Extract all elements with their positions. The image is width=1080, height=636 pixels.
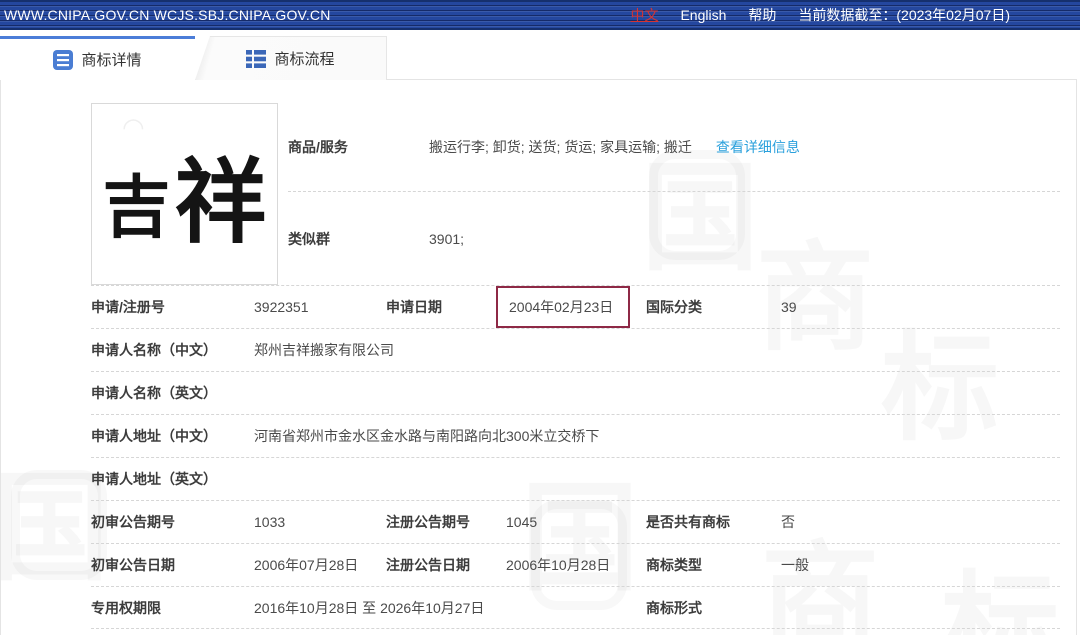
table-row: 初审公告日期 2006年07月28日 注册公告日期 2006年10月28日 商标… xyxy=(91,543,1060,586)
table-row: 申请人名称（中文） 郑州吉祥搬家有限公司 xyxy=(91,328,1060,371)
tab-trademark-details[interactable]: 商标详情 xyxy=(0,36,195,80)
similar-group-value: 3901; xyxy=(429,231,464,247)
table-row: 申请人地址（英文） xyxy=(91,457,1060,500)
applicant-address-cn-label: 申请人地址（中文） xyxy=(91,426,254,446)
data-cutoff-date: 当前数据截至：(2023年02月07日) xyxy=(798,5,1010,25)
preliminary-gazette-date-label: 初审公告日期 xyxy=(91,555,254,575)
registration-gazette-date-value: 2006年10月28日 xyxy=(506,555,646,575)
application-date-value: 2004年02月23日 xyxy=(509,297,613,317)
applicant-address-en-label: 申请人地址（英文） xyxy=(91,469,254,489)
language-chinese-link[interactable]: 中文 xyxy=(630,5,658,25)
application-date-label: 申请日期 xyxy=(386,297,506,317)
preliminary-gazette-no-label: 初审公告期号 xyxy=(91,512,254,532)
list-blocks-icon xyxy=(246,50,266,68)
applicant-name-cn-value: 郑州吉祥搬家有限公司 xyxy=(254,340,1060,360)
international-class-value: 39 xyxy=(781,299,1060,315)
site-urls: WWW.CNIPA.GOV.CN WCJS.SBJ.CNIPA.GOV.CN xyxy=(0,7,331,23)
table-row: 申请人名称（英文） xyxy=(91,371,1060,414)
goods-services-block: 商品/服务 搬运行李; 卸货; 送货; 货运; 家具运输; 搬迁 查看详细信息 … xyxy=(288,103,1060,285)
tab-bar: 商标详情 商标流程 xyxy=(0,30,1080,80)
international-class-label: 国际分类 xyxy=(646,297,781,317)
registration-gazette-date-label: 注册公告日期 xyxy=(386,555,506,575)
goods-services-label: 商品/服务 xyxy=(288,137,429,157)
preliminary-gazette-date-value: 2006年07月28日 xyxy=(254,555,386,575)
view-details-link[interactable]: 查看详细信息 xyxy=(716,137,800,157)
table-row: 专用权期限 2016年10月28日 至 2026年10月27日 商标形式 xyxy=(91,586,1060,629)
registration-gazette-no-label: 注册公告期号 xyxy=(386,512,506,532)
help-link[interactable]: 帮助 xyxy=(748,5,776,25)
similar-group-label: 类似群 xyxy=(288,229,429,249)
registration-number-label: 申请/注册号 xyxy=(91,297,254,317)
table-row: 申请/注册号 3922351 申请日期 2004年02月23日 国际分类 39 xyxy=(91,285,1060,328)
application-date-highlight: 2004年02月23日 xyxy=(496,286,630,328)
goods-services-row: 商品/服务 搬运行李; 卸货; 送货; 货运; 家具运输; 搬迁 查看详细信息 xyxy=(288,103,1060,191)
applicant-address-cn-value: 河南省郑州市金水区金水路与南阳路向北300米立交桥下 xyxy=(254,426,1060,446)
mark-form-label: 商标形式 xyxy=(646,598,781,618)
exclusive-period-label: 专用权期限 xyxy=(91,598,254,618)
applicant-name-en-label: 申请人名称（英文） xyxy=(91,383,254,403)
mark-type-label: 商标类型 xyxy=(646,555,781,575)
trademark-summary-section: ◠ 吉 祥 商品/服务 搬运行李; 卸货; 送货; 货运; 家具运输; 搬迁 查… xyxy=(91,80,1060,285)
image-watermark: ◠ xyxy=(122,112,145,143)
tab-trademark-process[interactable]: 商标流程 xyxy=(195,36,387,80)
applicant-name-cn-label: 申请人名称（中文） xyxy=(91,340,254,360)
exclusive-period-value: 2016年10月28日 至 2026年10月27日 xyxy=(254,598,646,618)
tab-label: 商标流程 xyxy=(274,48,334,69)
similar-group-row: 类似群 3901; xyxy=(288,191,1060,285)
trademark-image: ◠ 吉 祥 xyxy=(91,103,278,285)
registration-gazette-no-value: 1045 xyxy=(506,514,646,530)
document-lines-icon xyxy=(53,50,73,70)
registration-number-value: 3922351 xyxy=(254,299,386,315)
table-row: 初审公告期号 1033 注册公告期号 1045 是否共有商标 否 xyxy=(91,500,1060,543)
mark-type-value: 一般 xyxy=(781,555,1060,575)
table-row: 申请人地址（中文） 河南省郑州市金水区金水路与南阳路向北300米立交桥下 xyxy=(91,414,1060,457)
preliminary-gazette-no-value: 1033 xyxy=(254,514,386,530)
trademark-detail-panel: 国 商 标 国 国 商 标 ◠ 吉 祥 商品/服务 搬运行李; 卸货; 送货; … xyxy=(0,79,1077,635)
topbar-right-links: 中文 English 帮助 当前数据截至：(2023年02月07日) xyxy=(630,5,1080,25)
is-shared-mark-label: 是否共有商标 xyxy=(646,512,781,532)
tab-label: 商标详情 xyxy=(81,49,141,70)
trademark-character-1: 吉 xyxy=(102,152,170,251)
topbar: WWW.CNIPA.GOV.CN WCJS.SBJ.CNIPA.GOV.CN 中… xyxy=(0,0,1080,30)
language-english-link[interactable]: English xyxy=(680,7,726,23)
is-shared-mark-value: 否 xyxy=(781,512,1060,532)
goods-services-value: 搬运行李; 卸货; 送货; 货运; 家具运输; 搬迁 xyxy=(429,137,692,157)
trademark-character-2: 祥 xyxy=(175,128,267,261)
